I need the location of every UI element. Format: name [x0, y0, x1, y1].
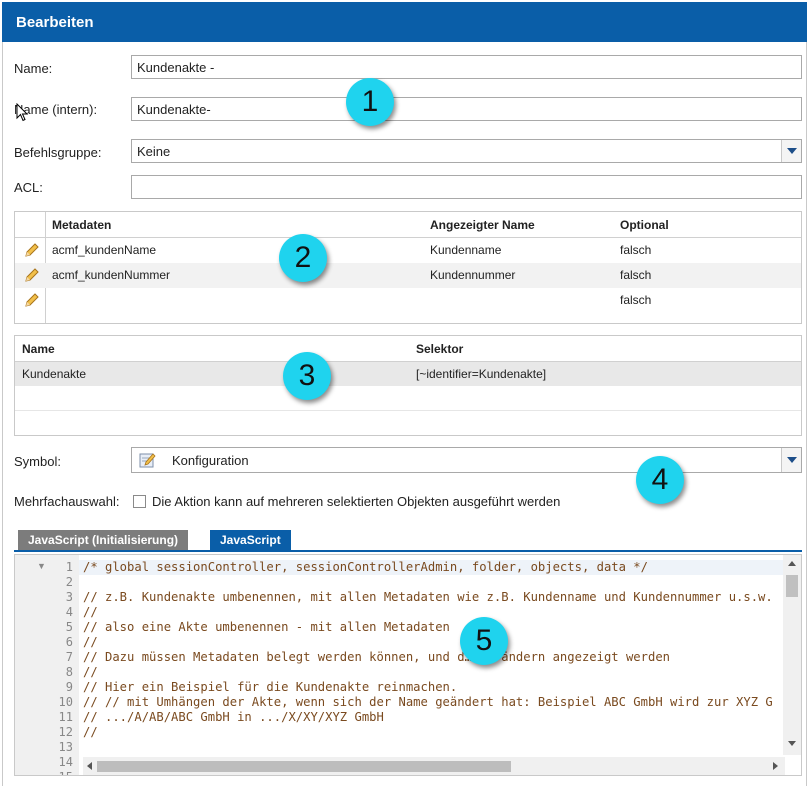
- table-row-name[interactable]: Kundenakte: [22, 367, 86, 381]
- mehrfachauswahl-label: Mehrfachauswahl:: [14, 494, 120, 509]
- line-number: 10: [58, 695, 73, 709]
- table-row-optional[interactable]: falsch: [620, 293, 651, 307]
- chevron-down-icon: [786, 148, 797, 154]
- code-line[interactable]: /* global sessionController, sessionCont…: [83, 560, 648, 574]
- befehlsgruppe-dropdown-button[interactable]: [781, 140, 801, 162]
- line-number: 3: [65, 590, 73, 604]
- line-number: 1: [65, 560, 73, 574]
- mehrfachauswahl-checkbox-label[interactable]: Die Aktion kann auf mehreren selektierte…: [152, 494, 560, 509]
- line-number: 13: [58, 740, 73, 754]
- metadata-grid: Metadaten Angezeigter Name Optional acmf…: [14, 211, 802, 324]
- scroll-up-icon[interactable]: [788, 561, 796, 566]
- pencil-icon[interactable]: [23, 241, 41, 259]
- mouse-cursor-icon: [16, 103, 29, 122]
- symbol-label: Symbol:: [14, 454, 61, 469]
- vertical-scrollbar[interactable]: [783, 555, 801, 755]
- code-line[interactable]: // Dazu müssen Metadaten belegt werden k…: [83, 650, 670, 664]
- scroll-right-icon[interactable]: [773, 762, 778, 770]
- tab-javascript[interactable]: JavaScript: [210, 530, 291, 550]
- tab-javascript-initialisierung[interactable]: JavaScript (Initialisierung): [18, 530, 189, 550]
- table-row-selektor[interactable]: [~identifier=Kundenakte]: [416, 367, 546, 381]
- code-editor[interactable]: ▼ 123456789101112131415 /* global sessio…: [14, 554, 802, 776]
- column-header-metadaten: Metadaten: [52, 218, 112, 232]
- line-number: 14: [58, 755, 73, 769]
- code-line[interactable]: //: [83, 635, 98, 649]
- line-number: 9: [65, 680, 73, 694]
- mehrfachauswahl-checkbox[interactable]: [133, 495, 146, 508]
- table-row-optional[interactable]: falsch: [620, 243, 651, 257]
- pencil-icon[interactable]: [23, 266, 41, 284]
- dialog-title: Bearbeiten: [2, 2, 807, 42]
- line-number: 7: [65, 650, 73, 664]
- name-intern-input[interactable]: Kundenakte-: [131, 97, 802, 121]
- symbol-value: Konfiguration: [172, 453, 249, 468]
- scroll-down-icon[interactable]: [788, 741, 796, 746]
- code-line[interactable]: //: [83, 725, 98, 739]
- code-line[interactable]: // .../A/AB/ABC GmbH in .../X/XY/XYZ Gmb…: [83, 710, 384, 724]
- line-number: 11: [58, 710, 73, 724]
- befehlsgruppe-value: Keine: [137, 144, 171, 159]
- line-number: 5: [65, 620, 73, 634]
- line-number: 2: [65, 575, 73, 589]
- code-line[interactable]: //: [83, 665, 98, 679]
- table-row-metadaten[interactable]: acmf_kundenName: [52, 243, 156, 257]
- acl-input[interactable]: [131, 175, 802, 199]
- scroll-left-icon[interactable]: [87, 762, 92, 770]
- code-line[interactable]: //: [83, 605, 98, 619]
- symbol-select[interactable]: Konfiguration: [131, 447, 802, 473]
- code-line[interactable]: // z.B. Kundenakte umbenennen, mit allen…: [83, 590, 773, 604]
- horizontal-scroll-thumb[interactable]: [97, 761, 511, 772]
- table-row-angezeigter-name[interactable]: Kundennummer: [430, 268, 515, 282]
- horizontal-scrollbar[interactable]: [83, 757, 785, 775]
- name-label: Name:: [14, 61, 53, 76]
- code-line[interactable]: // also eine Akte umbenennen - mit allen…: [83, 620, 450, 634]
- code-line[interactable]: // // mit Umhängen der Akte, wenn sich d…: [83, 695, 773, 709]
- symbol-dropdown-button[interactable]: [781, 448, 801, 472]
- configuration-icon: [139, 453, 156, 468]
- name-input[interactable]: Kundenakte -: [131, 55, 802, 79]
- callout-2: 2: [279, 234, 327, 282]
- pencil-icon[interactable]: [23, 291, 41, 309]
- befehlsgruppe-select[interactable]: Keine: [131, 139, 802, 163]
- callout-5: 5: [460, 617, 508, 665]
- line-number: 12: [58, 725, 73, 739]
- column-header-angezeigter-name: Angezeigter Name: [430, 218, 535, 232]
- line-number: 15: [15, 770, 73, 775]
- befehlsgruppe-label: Befehlsgruppe:: [14, 145, 102, 160]
- table-row-angezeigter-name[interactable]: Kundenname: [430, 243, 501, 257]
- editor-tab-bar: JavaScript (Initialisierung) JavaScript: [14, 528, 802, 552]
- table-row-metadaten[interactable]: acmf_kundenNummer: [52, 268, 170, 282]
- line-number: 6: [65, 635, 73, 649]
- code-line[interactable]: // Hier ein Beispiel für die Kundenakte …: [83, 680, 457, 694]
- acl-label: ACL:: [14, 180, 43, 195]
- line-number: 8: [65, 665, 73, 679]
- chevron-down-icon: [786, 457, 797, 463]
- selector-grid: Name Selektor Kundenakte [~identifier=Ku…: [14, 335, 802, 436]
- vertical-scroll-thumb[interactable]: [786, 575, 798, 597]
- callout-4: 4: [636, 456, 684, 504]
- table-row-optional[interactable]: falsch: [620, 268, 651, 282]
- column-header-name: Name: [22, 342, 55, 356]
- line-number: 4: [65, 605, 73, 619]
- callout-1: 1: [346, 78, 394, 126]
- column-header-selektor: Selektor: [416, 342, 464, 356]
- column-header-optional: Optional: [620, 218, 669, 232]
- callout-3: 3: [283, 352, 331, 400]
